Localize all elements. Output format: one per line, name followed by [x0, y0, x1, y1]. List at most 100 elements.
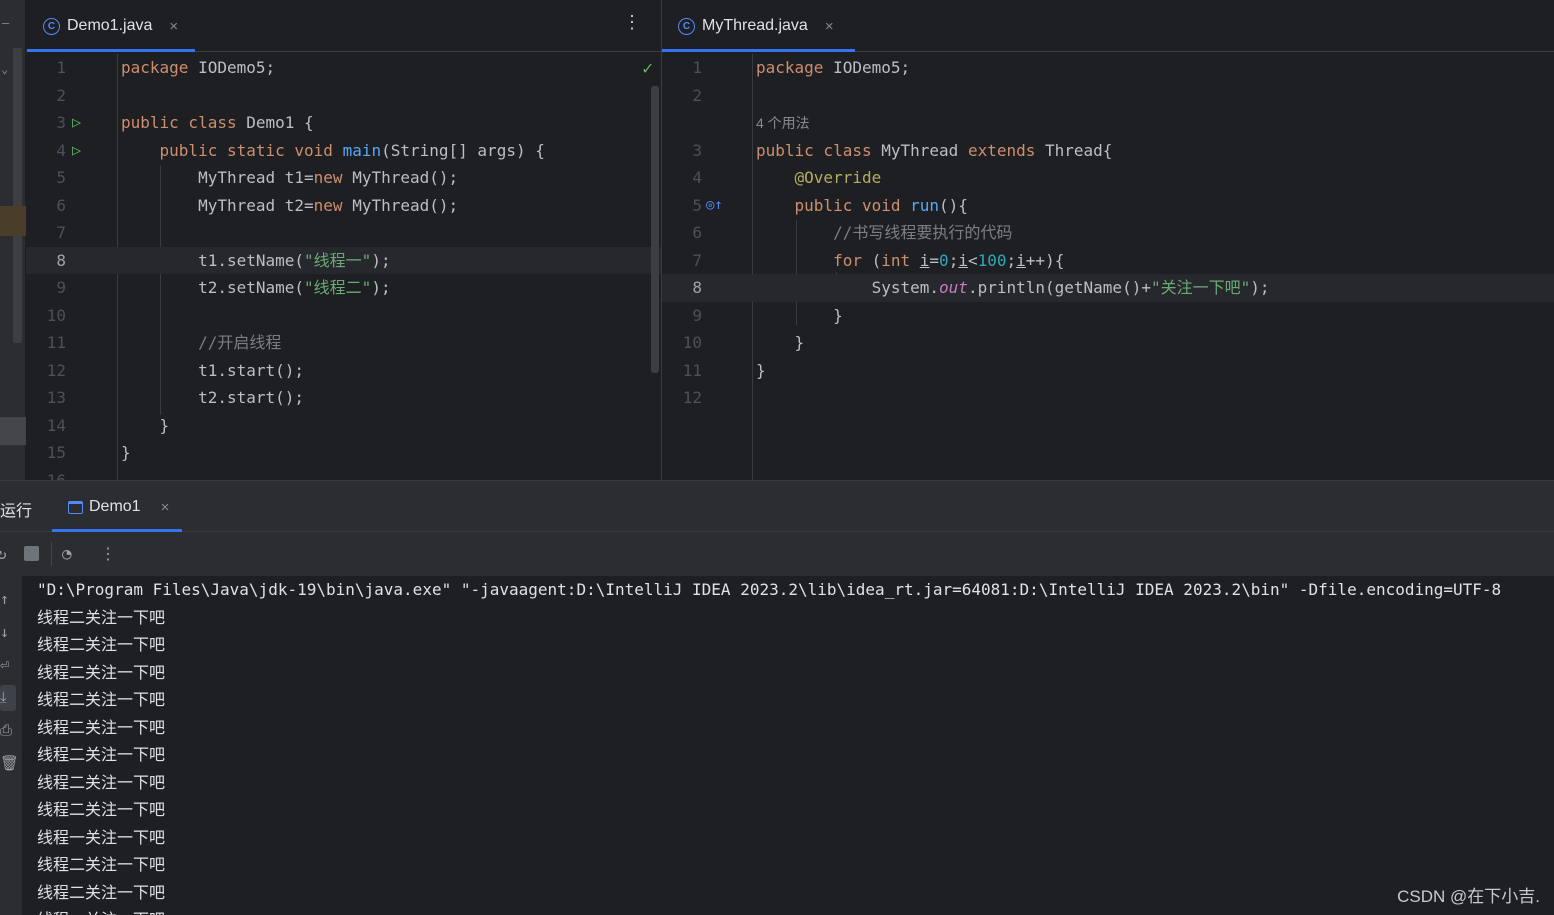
code-line[interactable]: 7 — [26, 219, 661, 247]
line-number: 4 — [692, 168, 702, 187]
chevron-down-icon[interactable]: ⌄ — [1, 62, 8, 76]
console-line: 线程二关注一下吧 — [37, 745, 166, 764]
code-line[interactable]: 7 for (int i=0;i<100;i++){ — [662, 247, 1554, 275]
code-token: = — [929, 250, 940, 270]
line-number: 11 — [682, 360, 702, 380]
code-line[interactable]: 4 个用法 — [662, 109, 1554, 137]
code-text: } — [756, 329, 805, 357]
tab-demo1-java[interactable]: C Demo1.java × — [43, 0, 178, 52]
code-text: System.out.println(getName()+"关注一下吧"); — [756, 274, 1270, 302]
code-line[interactable]: 1 package IODemo5; — [26, 54, 661, 82]
code-token: MyThread t2= — [121, 195, 314, 215]
code-line[interactable]: 14 } — [26, 412, 661, 440]
code-token: Thread{ — [1045, 140, 1113, 160]
toolbar-separator — [51, 542, 52, 566]
print-icon[interactable]: ⎙ — [0, 721, 12, 739]
code-token: t2.start(); — [121, 388, 305, 407]
code-text: public class Demo1 { — [121, 109, 314, 137]
close-icon[interactable]: × — [825, 18, 834, 35]
code-line[interactable]: 11 //开启线程 — [26, 329, 661, 357]
line-number: 2 — [56, 85, 66, 105]
line-number: 16 — [46, 470, 66, 481]
run-gutter-icon[interactable]: ▷ — [72, 137, 81, 165]
code-line[interactable]: 9 t2.setName("线程二"); — [26, 274, 661, 302]
code-line[interactable]: 3 ▷ public class Demo1 { — [26, 109, 661, 137]
editor-scrollbar[interactable] — [651, 86, 659, 373]
soft-wrap-icon[interactable]: ⏎ — [0, 656, 9, 674]
code-text: public static void main(String[] args) { — [121, 137, 545, 165]
more-options-icon[interactable]: ⋮ — [100, 544, 116, 563]
usages-hint[interactable]: 4 个用法 — [756, 115, 810, 131]
trash-icon[interactable]: 🗑 — [0, 754, 19, 772]
overrides-method-icon[interactable]: ◎↑ — [706, 192, 723, 220]
scroll-to-end-icon[interactable]: ⤓ — [0, 688, 7, 706]
code-line[interactable]: 8 System.out.println(getName()+"关注一下吧"); — [662, 274, 1554, 302]
code-text: t2.setName("线程二"); — [121, 274, 391, 302]
collapse-icon[interactable]: – — [2, 16, 9, 30]
stop-button[interactable] — [24, 546, 39, 561]
line-number: 8 — [56, 250, 66, 270]
code-line[interactable]: 12 — [662, 384, 1554, 412]
console-line: 线程二关注一下吧 — [37, 662, 166, 682]
close-icon[interactable]: × — [169, 18, 178, 35]
code-token: ); — [1250, 278, 1270, 297]
code-line[interactable]: 13 t2.start(); — [26, 384, 661, 412]
scrollbar-thumb[interactable] — [13, 48, 22, 343]
line-number: 4 — [56, 140, 66, 160]
arrow-down-icon[interactable]: ↓ — [0, 623, 9, 641]
no-problems-check-icon[interactable]: ✓ — [642, 58, 653, 79]
code-token: i — [958, 250, 968, 270]
code-line[interactable]: 10 } — [662, 329, 1554, 357]
code-line[interactable]: 4 ▷ public static void main(String[] args… — [26, 137, 661, 165]
run-tab-demo1[interactable]: Demo1 × — [52, 481, 182, 533]
code-line[interactable]: 5 ◎↑ public void run(){ — [662, 192, 1554, 220]
profiler-gauge-icon[interactable]: ◔ — [62, 544, 72, 563]
editor-tabbar: C Demo1.java × ⋮ — [26, 0, 661, 52]
code-line[interactable]: 1 package IODemo5; — [662, 54, 1554, 82]
rerun-icon[interactable]: ↻ — [0, 544, 7, 563]
code-line[interactable]: 2 — [26, 82, 661, 110]
code-line[interactable]: 2 — [662, 82, 1554, 110]
code-text: MyThread t1=new MyThread(); — [121, 164, 458, 192]
code-token: public static void — [159, 140, 343, 160]
code-line[interactable]: 5 MyThread t1=new MyThread(); — [26, 164, 661, 192]
code-line[interactable]: 3 public class MyThread extends Thread{ — [662, 137, 1554, 165]
code-line[interactable]: 6 MyThread t2=new MyThread(); — [26, 192, 661, 220]
code-text: } — [756, 302, 843, 330]
line-number: 11 — [46, 333, 66, 352]
code-token: public class — [756, 140, 882, 160]
code-line[interactable]: 6 //书写线程要执行的代码 — [662, 219, 1554, 247]
line-number: 9 — [56, 278, 66, 297]
code-line[interactable]: 12 t1.start(); — [26, 357, 661, 385]
line-number: 10 — [46, 305, 66, 325]
tab-mythread-java[interactable]: C MyThread.java × — [678, 0, 834, 52]
line-number: 2 — [692, 85, 702, 105]
code-area[interactable]: 1 package IODemo5; 2 3 ▷ public class Demo1 {… — [26, 54, 661, 480]
console-line: 线程二关注一下吧 — [37, 800, 166, 819]
line-number: 15 — [46, 443, 66, 462]
code-line[interactable]: 15} — [26, 439, 661, 467]
line-number: 1 — [692, 58, 702, 77]
run-panel-title: 运行 — [0, 503, 33, 520]
code-text: for (int i=0;i<100;i++){ — [756, 247, 1064, 275]
console-output[interactable]: "D:\Program Files\Java\jdk-19\bin\java.e… — [37, 576, 1554, 915]
code-text: public void run(){ — [756, 192, 968, 220]
code-area[interactable]: 1 package IODemo5; 2 4 个用法 3 public class MyT… — [662, 54, 1554, 412]
close-icon[interactable]: × — [161, 499, 170, 516]
arrow-up-icon[interactable]: ↑ — [0, 590, 9, 608]
code-token: MyThread t1= — [121, 168, 314, 187]
editor-pane-demo1: C Demo1.java × ⋮ 1 package IODemo5; 2 3 ▷ pub… — [26, 0, 661, 480]
code-token: new — [313, 168, 353, 187]
line-number: 13 — [46, 388, 66, 407]
line-number: 14 — [46, 415, 66, 435]
code-line[interactable]: 9 } — [662, 302, 1554, 330]
code-line[interactable]: 16 — [26, 467, 661, 481]
console-window-icon — [68, 500, 83, 514]
code-line[interactable]: 10 — [26, 302, 661, 330]
code-line[interactable]: 11} — [662, 357, 1554, 385]
code-line[interactable]: 4 @Override — [662, 164, 1554, 192]
run-gutter-icon[interactable]: ▷ — [72, 109, 81, 137]
more-options-icon[interactable]: ⋮ — [623, 14, 641, 32]
code-line[interactable]: 8 t1.setName("线程一"); — [26, 246, 661, 274]
